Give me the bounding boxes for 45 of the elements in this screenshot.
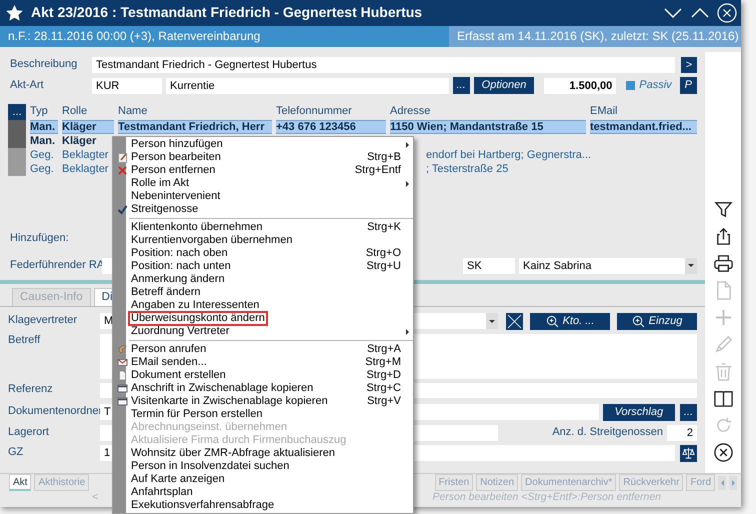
shortcut-text: Strg+A xyxy=(366,343,401,356)
role-cell: Kläger xyxy=(62,120,114,134)
address-cell: 1150 Wien; Mandantstraße 15 xyxy=(390,120,586,134)
column-header: Telefonnummer xyxy=(276,105,353,119)
type-cell-text: Geg. xyxy=(30,162,55,176)
field-label: Betreff xyxy=(8,334,42,348)
column-header: Typ xyxy=(30,105,49,119)
window-title: Akt 23/2016 : Testmandant Friedrich - Gegnertest Hubertus xyxy=(31,4,422,22)
field-label: Anz. d. Streitgenossen xyxy=(552,426,663,440)
shortcut-text: Strg+M xyxy=(364,356,401,369)
shortcut-text: Strg+O xyxy=(364,247,401,260)
field-label: Beschreibung xyxy=(10,58,78,72)
column-header: Name xyxy=(118,105,148,119)
type-cell: Man. xyxy=(30,120,58,134)
shortcut-text: Strg+U xyxy=(365,260,401,273)
column-header: Adresse xyxy=(390,105,432,119)
field-label: Akt-Art xyxy=(10,78,45,92)
column-header: EMail xyxy=(590,105,619,119)
phone-cell: +43 676 123456 xyxy=(276,120,386,134)
status-text: < xyxy=(92,491,98,505)
email-cell: testmandant.fried... xyxy=(590,120,697,134)
name-cell: Testmandant Friedrich, Herr xyxy=(118,120,272,134)
address-cell-text: endorf bei Hartberg; Gegnerstra... xyxy=(426,148,592,162)
column-header: Rolle xyxy=(62,105,88,119)
type-cell-text: Man. xyxy=(30,134,56,148)
section-label: Hinzufügen: xyxy=(10,232,70,246)
shortcut-text: Strg+Entf xyxy=(354,164,401,177)
role-cell-text: Kläger xyxy=(62,134,98,148)
role-cell-text: Beklagter xyxy=(62,162,110,176)
shortcut-text: Strg+C xyxy=(365,382,401,395)
field-label: Klagevertreter xyxy=(8,314,78,328)
record-info-text: Erfasst am 14.11.2016 (SK), zuletzt: SK (25.11.2016) xyxy=(449,26,741,47)
role-cell-text: Beklagter xyxy=(62,148,110,162)
checkbox-label: Passiv xyxy=(639,78,672,92)
shortcut-text: Strg+B xyxy=(366,151,401,164)
field-label: Lagerort xyxy=(8,426,50,440)
shortcut-text: Strg+D xyxy=(365,369,401,382)
type-cell-text: Geg. xyxy=(30,148,55,162)
field-label: GZ xyxy=(8,446,24,460)
shortcut-text: Strg+V xyxy=(366,395,401,408)
shortcut-text: Strg+K xyxy=(366,221,401,234)
field-label: Referenz xyxy=(8,383,54,398)
address-cell-text: ; Testerstraße 25 xyxy=(426,162,510,176)
status-text: Person bearbeiten <Strg+Entf>:Person entfernen xyxy=(432,491,661,505)
info-text: n.F.: 28.11.2016 00:00 (+3), Ratenvereinbarung xyxy=(7,28,262,45)
